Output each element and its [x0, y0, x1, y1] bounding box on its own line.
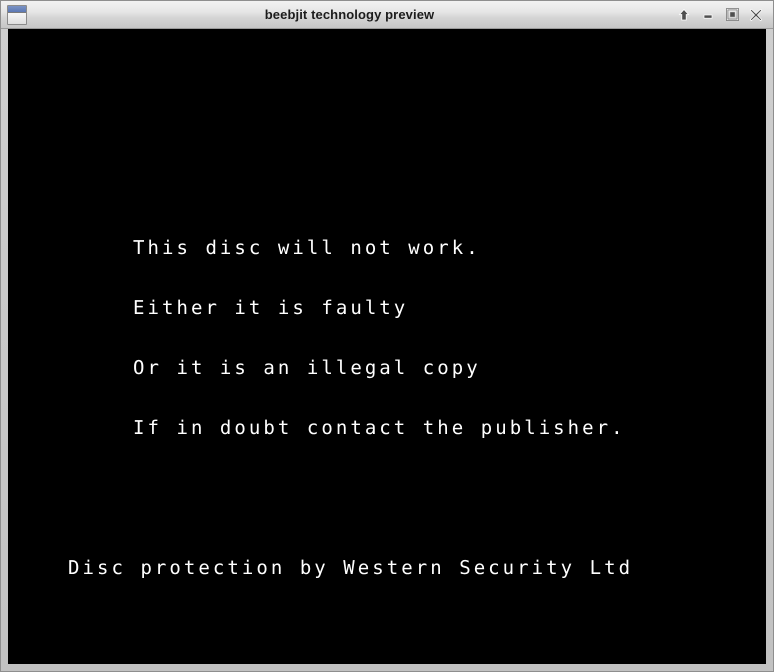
maximize-icon: [725, 7, 740, 22]
window-controls: [672, 4, 771, 26]
application-window: beebjit technology preview This disc wil…: [0, 0, 774, 672]
up-arrow-icon: [677, 8, 691, 22]
minimize-icon: [701, 8, 715, 22]
window-icon-titlestrip: [8, 5, 26, 13]
title-bar[interactable]: beebjit technology preview: [1, 1, 773, 29]
window-title: beebjit technology preview: [264, 7, 435, 22]
message-line-1: This disc will not work.: [133, 237, 481, 259]
maximize-button[interactable]: [720, 4, 744, 26]
disc-message-block: This disc will not work. Either it is fa…: [133, 198, 626, 478]
screen-container: This disc will not work. Either it is fa…: [1, 29, 773, 671]
close-icon: [748, 7, 764, 23]
emulator-screen[interactable]: This disc will not work. Either it is fa…: [8, 29, 766, 664]
message-line-2: Either it is faulty: [133, 297, 409, 319]
minimize-button[interactable]: [696, 4, 720, 26]
window-icon-body: [8, 12, 26, 24]
footer-line: Disc protection by Western Security Ltd: [68, 557, 634, 579]
shade-button[interactable]: [672, 4, 696, 26]
message-line-3: Or it is an illegal copy: [133, 357, 481, 379]
close-button[interactable]: [744, 4, 768, 26]
message-line-4: If in doubt contact the publisher.: [133, 417, 626, 439]
disc-protection-notice: Disc protection by Western Security Ltd: [68, 518, 633, 618]
window-icon[interactable]: [7, 4, 27, 25]
